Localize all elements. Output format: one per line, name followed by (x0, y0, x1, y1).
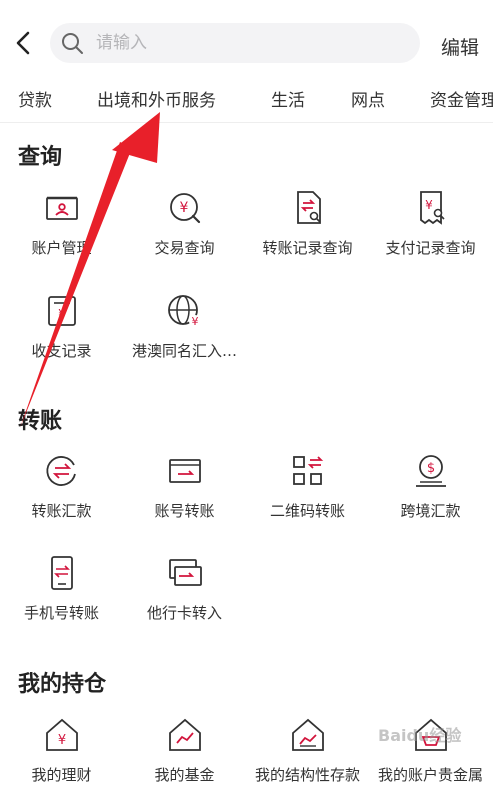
grid-item-label: 跨境汇款 (400, 502, 461, 520)
grid-item-phone-transfer[interactable]: 手机号转账 (0, 554, 123, 640)
category-tabs: 贷款 出境和外币服务 生活 网点 资金管理 (0, 72, 493, 123)
account-transfer-icon (169, 459, 201, 483)
grid-item-label: 转账记录查询 (262, 239, 353, 257)
transfer-doc-search-icon (297, 191, 321, 224)
grid-item-qr-transfer[interactable]: 二维码转账 (246, 452, 369, 538)
yuan-search-icon: ¥ (170, 193, 201, 224)
house-yuan-icon: ¥ (46, 718, 78, 751)
grid-item-label: 交易查询 (154, 239, 215, 257)
tab-loan[interactable]: 贷款 (18, 86, 52, 111)
grid-item-transfer-record-query[interactable]: 转账记录查询 (246, 189, 369, 275)
cross-border-coin-icon: $ (416, 455, 446, 487)
grid-item-label: 账号转账 (154, 502, 215, 520)
phone-transfer-icon (51, 556, 73, 590)
tab-outlets[interactable]: 网点 (351, 86, 385, 111)
grid-item-account-transfer[interactable]: 账号转账 (123, 452, 246, 538)
grid-item-label: 转账汇款 (31, 502, 92, 520)
grid-item-other-bank-card-in[interactable]: 他行卡转入 (123, 554, 246, 640)
qr-transfer-icon (293, 456, 324, 485)
grid-item-label: 账户管理 (31, 239, 92, 257)
grid-item-cross-border-remittance[interactable]: $ 跨境汇款 (369, 452, 492, 538)
grid-item-label: 支付记录查询 (385, 239, 476, 257)
section-title-holdings: 我的持仓 (18, 672, 107, 697)
grid-item-income-expense-record[interactable]: ¥ 收支记录 (0, 292, 123, 378)
watermark: Baidu经验 (378, 726, 462, 745)
income-record-icon: ¥ (48, 296, 76, 326)
grid-item-label: 二维码转账 (269, 502, 345, 520)
grid-item-label: 我的结构性存款 (254, 766, 360, 784)
grid-item-label: 我的基金 (154, 766, 215, 784)
edit-button[interactable]: 编辑 (441, 33, 479, 60)
section-title-transfer: 转账 (18, 409, 63, 434)
grid-item-account-management[interactable]: 账户管理 (0, 189, 123, 275)
grid-item-label: 收支记录 (31, 342, 92, 360)
grid-item-label: 我的账户贵金属 (377, 766, 483, 784)
transfer-cycle-icon (46, 456, 76, 486)
other-bank-card-icon (169, 559, 202, 586)
svg-text:¥: ¥ (58, 733, 66, 748)
search-input[interactable] (96, 29, 396, 57)
grid-item-label: 手机号转账 (23, 604, 99, 622)
grid-item-transfer-remittance[interactable]: 转账汇款 (0, 452, 123, 538)
top-bar: 编辑 (0, 0, 493, 72)
svg-text:$: $ (427, 461, 435, 476)
svg-text:¥: ¥ (180, 200, 189, 216)
grid-item-hk-macau-remittance[interactable]: ¥ 港澳同名汇入… (123, 292, 246, 378)
tab-fund-management[interactable]: 资金管理 (430, 86, 493, 111)
account-card-icon (46, 196, 78, 220)
grid-item-label: 港澳同名汇入… (131, 342, 237, 360)
tab-overseas-foreign-currency[interactable]: 出境和外币服务 (97, 86, 216, 111)
svg-text:¥: ¥ (425, 198, 433, 212)
grid-item-label: 他行卡转入 (146, 604, 222, 622)
grid-item-my-fund[interactable]: 我的基金 (123, 716, 246, 802)
grid-item-my-wealth[interactable]: ¥ 我的理财 (0, 716, 123, 802)
grid-item-my-structured-deposit[interactable]: 我的结构性存款 (246, 716, 369, 802)
section-title-query: 查询 (18, 145, 63, 170)
chevron-left-icon (16, 31, 30, 55)
payment-doc-search-icon: ¥ (420, 191, 445, 225)
search-bar[interactable] (50, 23, 420, 63)
search-icon (62, 33, 83, 54)
grid-item-transaction-query[interactable]: ¥ 交易查询 (123, 189, 246, 275)
tab-life[interactable]: 生活 (271, 86, 305, 111)
grid-item-payment-record-query[interactable]: ¥ 支付记录查询 (369, 189, 492, 275)
svg-text:¥: ¥ (58, 307, 66, 321)
back-button[interactable] (10, 26, 38, 60)
svg-text:¥: ¥ (192, 315, 199, 328)
house-chart-icon (169, 718, 201, 751)
globe-yuan-icon: ¥ (168, 295, 201, 328)
grid-item-label: 我的理财 (31, 766, 92, 784)
house-trend-icon (292, 718, 324, 751)
